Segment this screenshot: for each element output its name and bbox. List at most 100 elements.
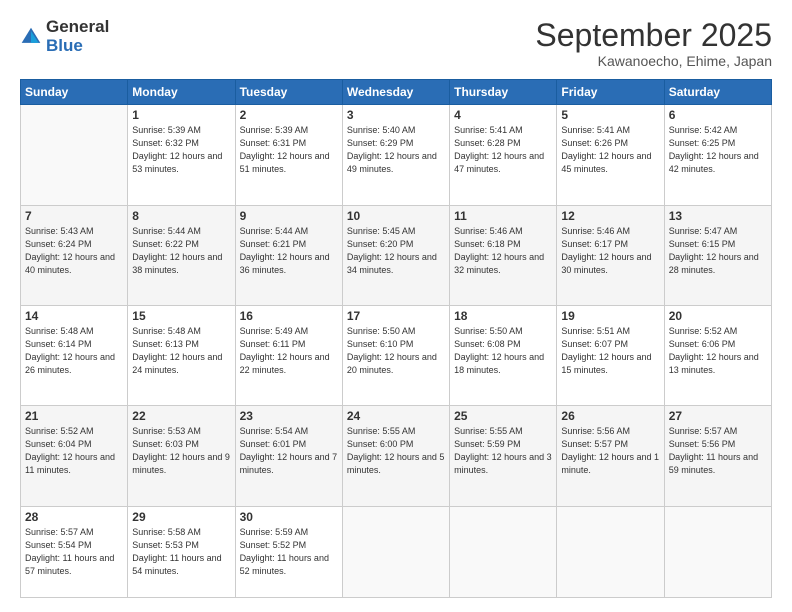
day-number: 24	[347, 409, 445, 423]
cell-4-4: 24 Sunrise: 5:55 AM Sunset: 6:00 PM Dayli…	[342, 406, 449, 506]
cell-4-2: 22 Sunrise: 5:53 AM Sunset: 6:03 PM Dayli…	[128, 406, 235, 506]
cell-3-1: 14 Sunrise: 5:48 AM Sunset: 6:14 PM Dayli…	[21, 305, 128, 405]
cell-1-6: 5Sunrise: 5:41 AM Sunset: 6:26 PM Daylig…	[557, 105, 664, 205]
cell-1-3: 2 Sunrise: 5:39 AM Sunset: 6:31 PM Daylig…	[235, 105, 342, 205]
day-number: 14	[25, 309, 123, 323]
cell-2-2: 8 Sunrise: 5:44 AM Sunset: 6:22 PM Daylig…	[128, 205, 235, 305]
header-sunday: Sunday	[21, 80, 128, 105]
cell-info: Sunrise: 5:47 AM Sunset: 6:15 PM Dayligh…	[669, 225, 767, 277]
cell-info: Sunrise: 5:52 AM Sunset: 6:06 PM Dayligh…	[669, 325, 767, 377]
cell-info: Sunrise: 5:50 AM Sunset: 6:08 PM Dayligh…	[454, 325, 552, 377]
cell-info: Sunrise: 5:46 AM Sunset: 6:17 PM Dayligh…	[561, 225, 659, 277]
cell-info: Sunrise: 5:58 AM Sunset: 5:53 PM Dayligh…	[132, 526, 230, 578]
day-number: 19	[561, 309, 659, 323]
cell-info: Sunrise: 5:46 AM Sunset: 6:18 PM Dayligh…	[454, 225, 552, 277]
cell-info: Sunrise: 5:57 AM Sunset: 5:54 PM Dayligh…	[25, 526, 123, 578]
day-number: 5	[561, 108, 659, 122]
calendar-header-row: Sunday Monday Tuesday Wednesday Thursday…	[21, 80, 772, 105]
cell-1-1	[21, 105, 128, 205]
cell-info: Sunrise: 5:55 AM Sunset: 5:59 PM Dayligh…	[454, 425, 552, 477]
cell-info: Sunrise: 5:44 AM Sunset: 6:22 PM Dayligh…	[132, 225, 230, 277]
cell-info: Sunrise: 5:41 AM Sunset: 6:28 PM Dayligh…	[454, 124, 552, 176]
cell-info: Sunrise: 5:45 AM Sunset: 6:20 PM Dayligh…	[347, 225, 445, 277]
day-number: 29	[132, 510, 230, 524]
cell-2-3: 9 Sunrise: 5:44 AM Sunset: 6:21 PM Daylig…	[235, 205, 342, 305]
logo-icon	[20, 26, 42, 48]
header-wednesday: Wednesday	[342, 80, 449, 105]
day-number: 22	[132, 409, 230, 423]
cell-3-6: 19 Sunrise: 5:51 AM Sunset: 6:07 PM Dayli…	[557, 305, 664, 405]
cell-info: Sunrise: 5:52 AM Sunset: 6:04 PM Dayligh…	[25, 425, 123, 477]
day-number: 18	[454, 309, 552, 323]
top-section: General Blue September 2025 Kawanoecho, …	[20, 18, 772, 69]
day-number: 16	[240, 309, 338, 323]
cell-2-6: 12 Sunrise: 5:46 AM Sunset: 6:17 PM Dayli…	[557, 205, 664, 305]
cell-5-6	[557, 506, 664, 597]
cell-info: Sunrise: 5:55 AM Sunset: 6:00 PM Dayligh…	[347, 425, 445, 477]
page: General Blue September 2025 Kawanoecho, …	[0, 0, 792, 612]
day-number: 11	[454, 209, 552, 223]
cell-2-4: 10 Sunrise: 5:45 AM Sunset: 6:20 PM Dayli…	[342, 205, 449, 305]
day-number: 17	[347, 309, 445, 323]
cell-1-5: 4 Sunrise: 5:41 AM Sunset: 6:28 PM Daylig…	[450, 105, 557, 205]
week-row-1: 1 Sunrise: 5:39 AM Sunset: 6:32 PM Daylig…	[21, 105, 772, 205]
cell-info: Sunrise: 5:56 AM Sunset: 5:57 PM Dayligh…	[561, 425, 659, 477]
week-row-3: 14 Sunrise: 5:48 AM Sunset: 6:14 PM Dayli…	[21, 305, 772, 405]
day-number: 23	[240, 409, 338, 423]
cell-4-5: 25 Sunrise: 5:55 AM Sunset: 5:59 PM Dayli…	[450, 406, 557, 506]
header-monday: Monday	[128, 80, 235, 105]
cell-4-3: 23Sunrise: 5:54 AM Sunset: 6:01 PM Dayli…	[235, 406, 342, 506]
logo: General Blue	[20, 18, 109, 55]
cell-3-2: 15 Sunrise: 5:48 AM Sunset: 6:13 PM Dayli…	[128, 305, 235, 405]
cell-4-6: 26 Sunrise: 5:56 AM Sunset: 5:57 PM Dayli…	[557, 406, 664, 506]
day-number: 1	[132, 108, 230, 122]
day-number: 25	[454, 409, 552, 423]
header-tuesday: Tuesday	[235, 80, 342, 105]
week-row-5: 28 Sunrise: 5:57 AM Sunset: 5:54 PM Dayli…	[21, 506, 772, 597]
day-number: 27	[669, 409, 767, 423]
day-number: 6	[669, 108, 767, 122]
day-number: 15	[132, 309, 230, 323]
day-number: 3	[347, 108, 445, 122]
day-number: 2	[240, 108, 338, 122]
week-row-2: 7Sunrise: 5:43 AM Sunset: 6:24 PM Daylig…	[21, 205, 772, 305]
cell-info: Sunrise: 5:42 AM Sunset: 6:25 PM Dayligh…	[669, 124, 767, 176]
month-title: September 2025	[535, 18, 772, 53]
cell-2-7: 13Sunrise: 5:47 AM Sunset: 6:15 PM Dayli…	[664, 205, 771, 305]
cell-info: Sunrise: 5:48 AM Sunset: 6:13 PM Dayligh…	[132, 325, 230, 377]
week-row-4: 21 Sunrise: 5:52 AM Sunset: 6:04 PM Dayli…	[21, 406, 772, 506]
day-number: 4	[454, 108, 552, 122]
cell-1-2: 1 Sunrise: 5:39 AM Sunset: 6:32 PM Daylig…	[128, 105, 235, 205]
day-number: 8	[132, 209, 230, 223]
cell-4-7: 27 Sunrise: 5:57 AM Sunset: 5:56 PM Dayli…	[664, 406, 771, 506]
title-section: September 2025 Kawanoecho, Ehime, Japan	[535, 18, 772, 69]
cell-3-4: 17Sunrise: 5:50 AM Sunset: 6:10 PM Dayli…	[342, 305, 449, 405]
header-friday: Friday	[557, 80, 664, 105]
cell-4-1: 21 Sunrise: 5:52 AM Sunset: 6:04 PM Dayli…	[21, 406, 128, 506]
day-number: 12	[561, 209, 659, 223]
cell-info: Sunrise: 5:51 AM Sunset: 6:07 PM Dayligh…	[561, 325, 659, 377]
day-number: 10	[347, 209, 445, 223]
cell-info: Sunrise: 5:57 AM Sunset: 5:56 PM Dayligh…	[669, 425, 767, 477]
cell-3-5: 18 Sunrise: 5:50 AM Sunset: 6:08 PM Dayli…	[450, 305, 557, 405]
cell-2-5: 11 Sunrise: 5:46 AM Sunset: 6:18 PM Dayli…	[450, 205, 557, 305]
calendar: Sunday Monday Tuesday Wednesday Thursday…	[20, 79, 772, 598]
day-number: 26	[561, 409, 659, 423]
header-saturday: Saturday	[664, 80, 771, 105]
cell-info: Sunrise: 5:39 AM Sunset: 6:32 PM Dayligh…	[132, 124, 230, 176]
cell-info: Sunrise: 5:59 AM Sunset: 5:52 PM Dayligh…	[240, 526, 338, 578]
cell-5-4	[342, 506, 449, 597]
cell-info: Sunrise: 5:53 AM Sunset: 6:03 PM Dayligh…	[132, 425, 230, 477]
cell-5-5	[450, 506, 557, 597]
day-number: 21	[25, 409, 123, 423]
cell-info: Sunrise: 5:40 AM Sunset: 6:29 PM Dayligh…	[347, 124, 445, 176]
cell-5-3: 30Sunrise: 5:59 AM Sunset: 5:52 PM Dayli…	[235, 506, 342, 597]
logo-text: General Blue	[46, 18, 109, 55]
cell-info: Sunrise: 5:44 AM Sunset: 6:21 PM Dayligh…	[240, 225, 338, 277]
cell-info: Sunrise: 5:39 AM Sunset: 6:31 PM Dayligh…	[240, 124, 338, 176]
header-thursday: Thursday	[450, 80, 557, 105]
cell-1-7: 6 Sunrise: 5:42 AM Sunset: 6:25 PM Daylig…	[664, 105, 771, 205]
cell-info: Sunrise: 5:48 AM Sunset: 6:14 PM Dayligh…	[25, 325, 123, 377]
day-number: 28	[25, 510, 123, 524]
day-number: 9	[240, 209, 338, 223]
